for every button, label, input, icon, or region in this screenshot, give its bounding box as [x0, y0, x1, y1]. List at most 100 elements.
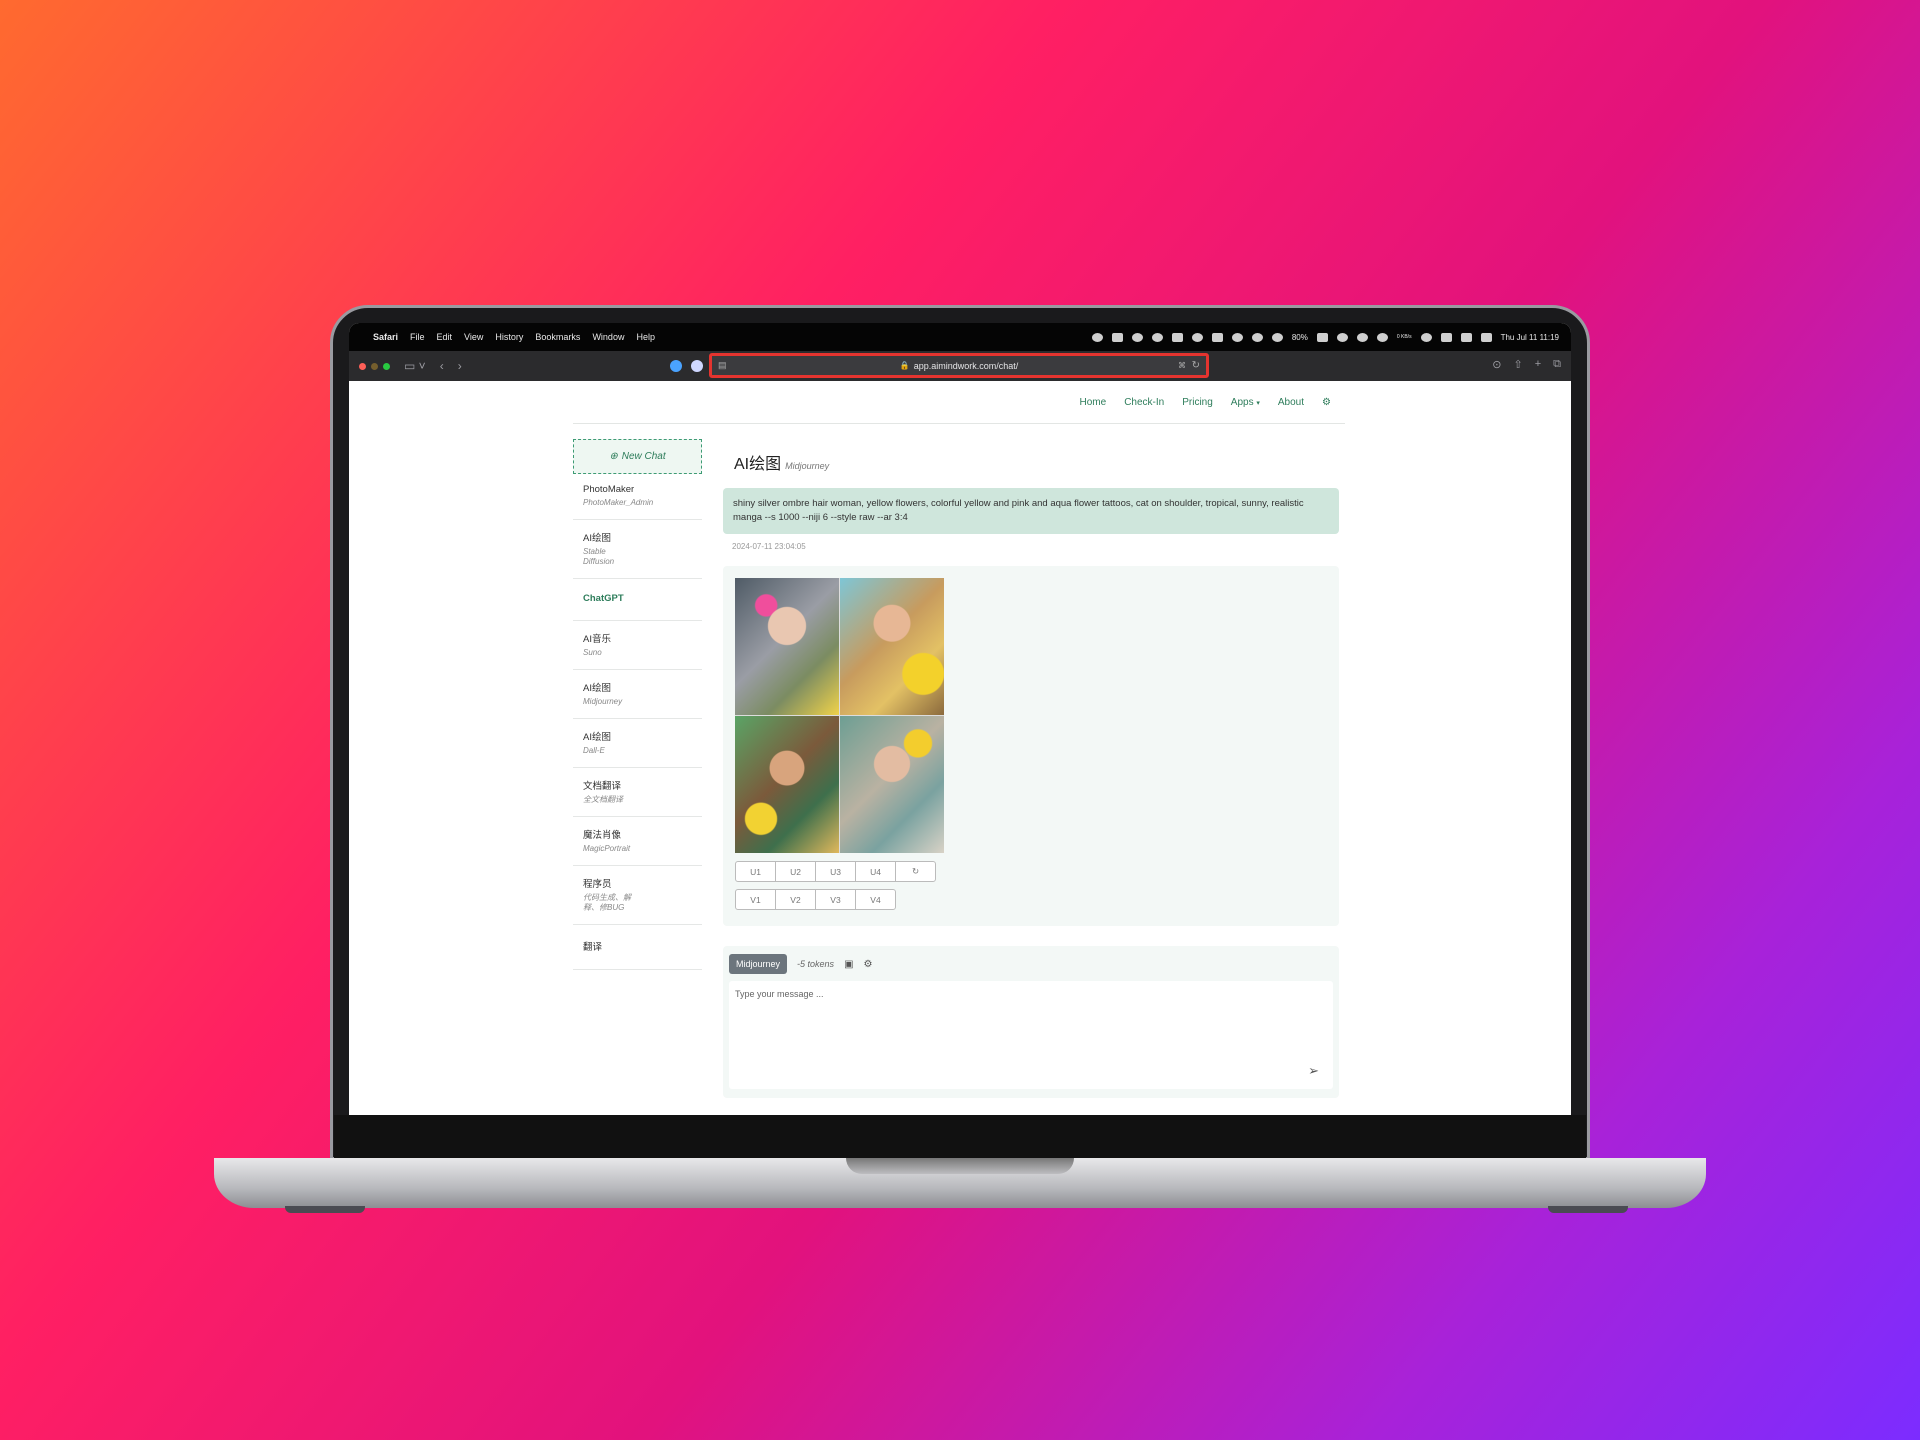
- status-app-icon[interactable]: [1131, 332, 1143, 342]
- wifi-icon[interactable]: [1420, 332, 1432, 342]
- status-app-icon[interactable]: [1191, 332, 1203, 342]
- cloud-icon[interactable]: [1231, 332, 1243, 342]
- toolbar-right: ⊙ ⇧ + ⧉: [1492, 358, 1561, 371]
- nav-check-in[interactable]: Check-In: [1124, 397, 1164, 408]
- plus-circle-icon: ⊕: [609, 451, 618, 462]
- sidebar-item-title: AI绘图: [583, 683, 611, 694]
- back-icon[interactable]: ‹: [440, 359, 444, 373]
- menu-bookmarks[interactable]: Bookmarks: [535, 332, 580, 342]
- sidebar-item-title: 程序员: [583, 879, 612, 890]
- u3-button[interactable]: U3: [815, 861, 856, 882]
- sidebar-item-photomaker[interactable]: PhotoMaker PhotoMaker_Admin: [573, 474, 702, 520]
- menu-edit[interactable]: Edit: [437, 332, 453, 342]
- clock[interactable]: Thu Jul 11 11:19: [1501, 333, 1559, 342]
- new-chat-button[interactable]: ⊕ New Chat: [573, 439, 702, 474]
- sidebar-item-subtitle: MagicPortrait: [583, 844, 631, 853]
- send-icon[interactable]: ➢: [1308, 1063, 1319, 1079]
- status-app-icon[interactable]: [1091, 332, 1103, 342]
- wechat-icon[interactable]: [1211, 332, 1223, 342]
- status-app-icon[interactable]: [1336, 332, 1348, 342]
- generated-image-grid[interactable]: [735, 578, 944, 853]
- menu-view[interactable]: View: [464, 332, 483, 342]
- upscale-button-group: U1 U2 U3 U4 ↻: [735, 861, 936, 882]
- gear-icon[interactable]: ⚙: [864, 959, 873, 970]
- sidebar-toggle-icon[interactable]: ▭ ˅: [404, 359, 426, 373]
- battery-icon[interactable]: [1316, 332, 1328, 342]
- u4-button[interactable]: U4: [855, 861, 896, 882]
- sidebar-item-subtitle: Stable Diffusion: [583, 547, 615, 566]
- menu-window[interactable]: Window: [592, 332, 624, 342]
- nav-apps[interactable]: Apps ▾: [1231, 397, 1260, 408]
- notion-icon[interactable]: [1171, 332, 1183, 342]
- macos-menubar: Safari File Edit View History Bookmarks …: [349, 323, 1571, 351]
- refresh-icon[interactable]: ↻: [895, 861, 936, 882]
- new-tab-icon[interactable]: +: [1535, 358, 1541, 371]
- laptop-foot: [1548, 1206, 1628, 1213]
- menu-file[interactable]: File: [410, 332, 425, 342]
- url-text[interactable]: app.aimindwork.com/chat/: [914, 361, 1019, 371]
- u2-button[interactable]: U2: [775, 861, 816, 882]
- sidebar-item-suno[interactable]: AI音乐 Suno: [573, 621, 702, 670]
- sidebar-item-stable-diffusion[interactable]: AI绘图 Stable Diffusion: [573, 520, 702, 579]
- minimize-window-icon[interactable]: [371, 362, 378, 370]
- sidebar-item-dall-e[interactable]: AI绘图 Dall-E: [573, 719, 702, 768]
- control-center-icon[interactable]: [1480, 332, 1492, 342]
- menu-help[interactable]: Help: [636, 332, 655, 342]
- v2-button[interactable]: V2: [775, 889, 816, 910]
- close-window-icon[interactable]: [359, 362, 366, 370]
- nav-home[interactable]: Home: [1080, 397, 1107, 408]
- sidebar-item-subtitle: Dall-E: [583, 746, 605, 755]
- status-app-icon[interactable]: [1111, 332, 1123, 342]
- zoom-window-icon[interactable]: [383, 362, 390, 370]
- sidebar-item-chatgpt[interactable]: ChatGPT: [573, 579, 702, 621]
- screen: Safari File Edit View History Bookmarks …: [349, 323, 1571, 1115]
- tab-overview-icon[interactable]: ▤: [718, 360, 727, 371]
- sidebar-item-programmer[interactable]: 程序员 代码生成、解释、修BUG: [573, 866, 702, 925]
- nav-about[interactable]: About: [1278, 397, 1304, 408]
- sidebar-item-document-translate[interactable]: 文档翻译 全文档翻译: [573, 768, 702, 817]
- menu-history[interactable]: History: [495, 332, 523, 342]
- tab-overview-icon[interactable]: ⧉: [1553, 358, 1561, 371]
- share-icon[interactable]: ⇧: [1513, 358, 1522, 371]
- sidebar-item-magic-portrait[interactable]: 魔法肖像 MagicPortrait: [573, 817, 702, 866]
- network-speed[interactable]: 0 KB/s: [1397, 334, 1412, 340]
- sidebar-item-translate[interactable]: 翻译: [573, 925, 702, 970]
- menu-app[interactable]: Safari: [373, 332, 398, 342]
- status-app-icon[interactable]: [1271, 332, 1283, 342]
- keyboard-input-icon[interactable]: [1460, 332, 1472, 342]
- status-app-icon[interactable]: [1376, 332, 1388, 342]
- extension-icon[interactable]: [691, 360, 703, 372]
- sidebar-item-title: AI音乐: [583, 634, 611, 645]
- search-icon[interactable]: [1151, 332, 1163, 342]
- sidebar-item-title: 文档翻译: [583, 781, 622, 792]
- status-app-icon[interactable]: [1356, 332, 1368, 342]
- chat-header: AI绘图 Midjourney: [734, 450, 1339, 474]
- message-timestamp: 2024-07-11 23:04:05: [732, 542, 806, 551]
- sidebar-item-midjourney[interactable]: AI绘图 Midjourney: [573, 670, 702, 719]
- translate-icon[interactable]: ⌘: [1178, 361, 1186, 370]
- image-upload-icon[interactable]: ▣: [844, 959, 853, 970]
- cloud-icon[interactable]: [1251, 332, 1263, 342]
- v4-button[interactable]: V4: [855, 889, 896, 910]
- sidebar-item-subtitle: Suno: [583, 648, 602, 657]
- v3-button[interactable]: V3: [815, 889, 856, 910]
- web-page: Home Check-In Pricing Apps ▾ About ⚙ ⊕ N…: [349, 381, 1571, 1115]
- nav-pricing[interactable]: Pricing: [1182, 397, 1213, 408]
- reload-icon[interactable]: ↻: [1192, 360, 1200, 371]
- user-settings-icon[interactable]: ⚙: [1322, 397, 1331, 408]
- v1-button[interactable]: V1: [735, 889, 776, 910]
- u1-button[interactable]: U1: [735, 861, 776, 882]
- extension-icon[interactable]: [670, 360, 682, 372]
- top-navigation: Home Check-In Pricing Apps ▾ About ⚙: [573, 381, 1345, 424]
- download-icon[interactable]: ⊙: [1492, 358, 1501, 371]
- status-app-icon[interactable]: [1440, 332, 1452, 342]
- chat-area: AI绘图 Midjourney shiny silver ombre hair …: [723, 439, 1339, 1098]
- model-selector-button[interactable]: Midjourney: [729, 954, 788, 974]
- sidebar-item-subtitle: PhotoMaker_Admin: [583, 498, 654, 507]
- message-input[interactable]: Type your message ... ➢: [729, 981, 1333, 1089]
- battery-percent[interactable]: 80%: [1292, 333, 1308, 342]
- caret-down-icon: ▾: [1256, 399, 1260, 407]
- address-bar[interactable]: ▤ 🔒 app.aimindwork.com/chat/ ⌘ ↻: [709, 353, 1209, 378]
- forward-icon[interactable]: ›: [458, 359, 462, 373]
- chat-subtitle: Midjourney: [785, 461, 830, 471]
